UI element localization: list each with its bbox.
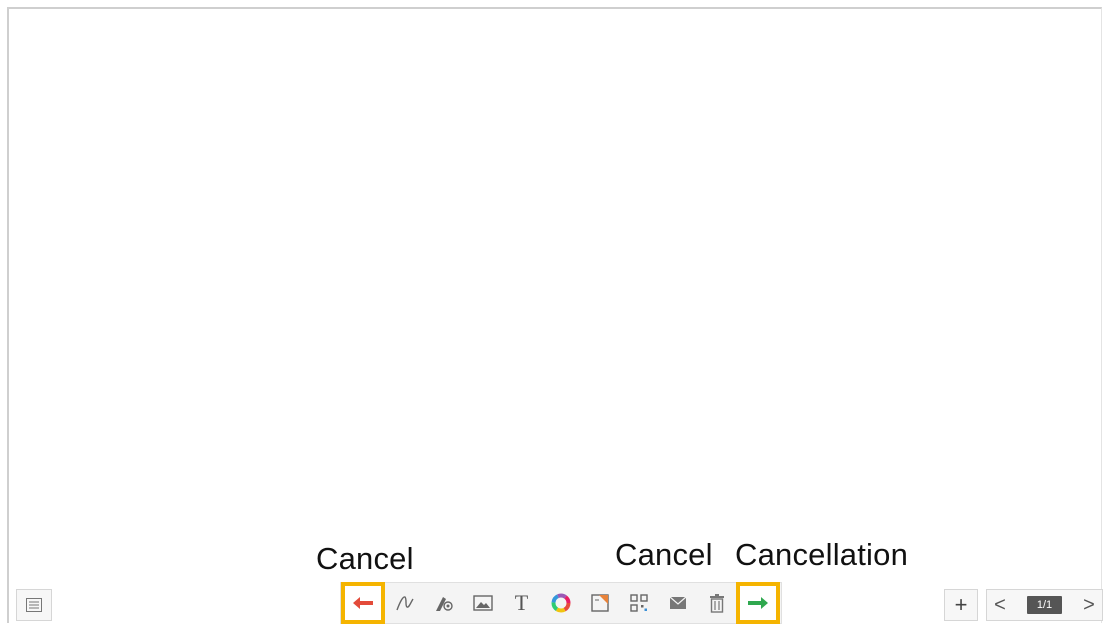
menu-button[interactable]: [16, 589, 52, 621]
redo-arrow-icon: [748, 597, 768, 609]
text-icon: T: [514, 590, 529, 615]
qr-button[interactable]: [619, 583, 658, 623]
page-indicator: 1/1: [1026, 596, 1063, 614]
annotation-cancellation: Cancellation: [735, 537, 909, 572]
image-button[interactable]: [463, 583, 502, 623]
color-wheel-icon: [551, 593, 570, 613]
mail-button[interactable]: [658, 583, 697, 623]
annotation-cancel-right: Cancel: [615, 537, 713, 572]
pen-button[interactable]: [385, 583, 424, 623]
note-icon: [590, 594, 609, 612]
text-button[interactable]: T: [502, 583, 541, 623]
drawing-canvas[interactable]: [9, 9, 1101, 579]
eraser-icon: [435, 597, 453, 611]
delete-button[interactable]: [697, 583, 736, 623]
qr-code-icon: [629, 594, 648, 612]
eraser-button[interactable]: [424, 583, 463, 623]
note-button[interactable]: [580, 583, 619, 623]
add-page-button[interactable]: +: [944, 589, 978, 621]
next-page-button[interactable]: >: [1082, 595, 1096, 615]
image-icon: [472, 595, 493, 611]
page-navigator: < 1/1 >: [986, 589, 1103, 621]
bottom-toolbar: T: [340, 582, 782, 624]
pen-icon: [395, 596, 414, 611]
plus-icon: +: [954, 592, 968, 617]
annotation-cancel-left: Cancel: [316, 541, 414, 576]
previous-page-button[interactable]: <: [993, 595, 1007, 615]
undo-button[interactable]: [341, 582, 385, 624]
mail-icon: [669, 596, 686, 609]
color-button[interactable]: [541, 583, 580, 623]
list-icon: [26, 598, 42, 612]
redo-button[interactable]: [736, 582, 780, 624]
trash-icon: [709, 594, 724, 613]
undo-arrow-icon: [353, 597, 373, 609]
